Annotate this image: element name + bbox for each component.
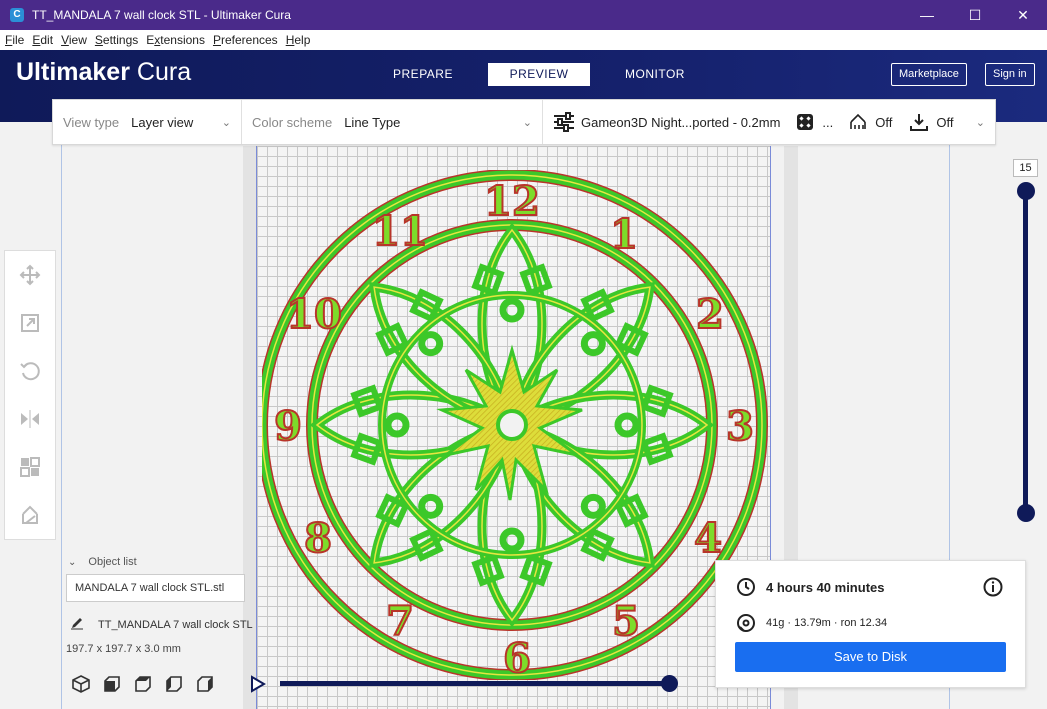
print-info-panel: 4 hours 40 minutes 41g · 13.79m · ron 12…	[715, 560, 1026, 688]
object-list-toggle[interactable]: ⌄ Object list	[68, 556, 256, 568]
numeral-2: 2	[696, 291, 724, 338]
chevron-down-icon: ⌄	[221, 116, 231, 129]
path-slider-handle[interactable]	[661, 675, 678, 692]
title-bar: C TT_MANDALA 7 wall clock STL - Ultimake…	[0, 0, 1047, 30]
tool-panel	[4, 250, 56, 540]
object-list-item[interactable]: MANDALA 7 wall clock STL.stl	[66, 574, 245, 602]
cube-right-icon	[197, 676, 213, 692]
view-left-button[interactable]	[159, 673, 189, 695]
window-title: TT_MANDALA 7 wall clock STL - Ultimaker …	[32, 8, 291, 22]
menu-edit[interactable]: Edit	[29, 33, 56, 47]
numeral-3: 3	[726, 403, 754, 450]
menu-settings[interactable]: Settings	[92, 33, 141, 47]
adhesion-icon	[908, 111, 930, 133]
per-model-settings-icon	[20, 457, 40, 477]
move-icon	[19, 264, 41, 286]
view-front-button[interactable]	[97, 673, 127, 695]
rotate-icon	[20, 362, 40, 381]
print-settings-selector[interactable]: Gameon3D Night...ported - 0.2mm ... Off …	[543, 100, 995, 144]
infill-value: ...	[822, 114, 834, 130]
info-icon[interactable]	[983, 577, 1003, 600]
chevron-down-icon: ⌄	[975, 116, 985, 129]
object-name-row[interactable]: TT_MANDALA 7 wall clock STL	[66, 616, 256, 633]
stage-tabs: PREPARE PREVIEW MONITOR	[372, 63, 720, 86]
cube-3d-icon	[72, 675, 90, 693]
chevron-down-icon: ⌄	[68, 556, 77, 568]
support-blocker-icon	[22, 505, 38, 524]
numeral-9: 9	[274, 403, 302, 450]
view-toolbar: View type Layer view ⌄ Color scheme Line…	[52, 99, 996, 145]
cube-front-icon	[104, 676, 120, 692]
brand-logo: Ultimaker Cura	[16, 58, 192, 86]
layer-slider[interactable]	[1023, 190, 1028, 515]
numeral-11: 11	[372, 208, 428, 255]
camera-view-buttons	[66, 673, 256, 695]
build-volume-edge	[61, 122, 62, 709]
numeral-10: 10	[286, 291, 342, 338]
mirror-icon	[21, 410, 39, 428]
numeral-12: 12	[484, 178, 540, 225]
tab-monitor[interactable]: MONITOR	[604, 63, 706, 86]
material-usage-row: 41g · 13.79m · ron 12.34	[736, 613, 887, 633]
numeral-6: 6	[503, 635, 531, 680]
material-usage: 41g · 13.79m · ron 12.34	[766, 617, 888, 629]
print-time: 4 hours 40 minutes	[766, 579, 885, 595]
clock-model[interactable]: 12 1 2 3 4 5 6 7 8 9 10 11	[262, 170, 772, 680]
close-button[interactable]: ✕	[999, 0, 1047, 30]
layer-slider-top-handle[interactable]	[1017, 182, 1035, 200]
menu-bar: File Edit View Settings Extensions Prefe…	[0, 30, 1047, 50]
center-sun	[436, 344, 583, 501]
scale-tool-button[interactable]	[5, 299, 55, 347]
color-scheme-select[interactable]: Color scheme Line Type ⌄	[242, 100, 543, 144]
print-time-row: 4 hours 40 minutes	[736, 577, 884, 597]
numeral-7: 7	[386, 598, 414, 645]
numeral-1: 1	[610, 211, 638, 258]
view-top-button[interactable]	[128, 673, 158, 695]
mirror-tool-button[interactable]	[5, 395, 55, 443]
support-blocker-button[interactable]	[5, 491, 55, 539]
menu-preferences[interactable]: Preferences	[210, 33, 281, 47]
per-model-settings-button[interactable]	[5, 443, 55, 491]
menu-extensions[interactable]: Extensions	[143, 33, 208, 47]
object-dimensions: 197.7 x 197.7 x 3.0 mm	[66, 643, 181, 655]
view-3d-button[interactable]	[66, 673, 96, 695]
path-slider[interactable]	[280, 681, 672, 686]
layer-slider-bottom-handle[interactable]	[1017, 504, 1035, 522]
sign-in-button[interactable]: Sign in	[985, 63, 1035, 86]
view-right-button[interactable]	[190, 673, 220, 695]
cube-top-icon	[135, 676, 151, 692]
numeral-4: 4	[694, 515, 722, 562]
scale-icon	[21, 314, 39, 332]
spool-icon	[736, 613, 756, 633]
menu-file[interactable]: File	[2, 33, 27, 47]
clock-icon	[736, 577, 756, 597]
save-to-disk-button[interactable]: Save to Disk	[735, 642, 1006, 672]
chevron-down-icon: ⌄	[522, 116, 532, 129]
rotate-tool-button[interactable]	[5, 347, 55, 395]
play-simulation-button[interactable]	[250, 675, 266, 696]
pencil-icon	[70, 616, 84, 633]
numeral-5: 5	[612, 598, 640, 645]
play-icon	[251, 675, 266, 693]
numeral-8: 8	[304, 515, 332, 562]
support-value: Off	[875, 114, 893, 130]
maximize-button[interactable]: ☐	[951, 0, 999, 30]
cura-app-icon: C	[10, 8, 24, 22]
sliders-icon	[553, 111, 575, 133]
support-icon	[847, 111, 869, 133]
marketplace-button[interactable]: Marketplace	[891, 63, 967, 86]
view-type-select[interactable]: View type Layer view ⌄	[53, 100, 242, 144]
infill-icon	[794, 111, 816, 133]
profile-name: Gameon3D Night...ported - 0.2mm	[581, 114, 781, 130]
cube-left-icon	[166, 676, 182, 692]
move-tool-button[interactable]	[5, 251, 55, 299]
adhesion-value: Off	[936, 114, 954, 130]
minimize-button[interactable]: —	[903, 0, 951, 30]
object-list-panel: ⌄ Object list MANDALA 7 wall clock STL.s…	[66, 556, 256, 695]
menu-help[interactable]: Help	[283, 33, 314, 47]
tab-preview[interactable]: PREVIEW	[488, 63, 590, 86]
menu-view[interactable]: View	[58, 33, 90, 47]
layer-number-input[interactable]: 15	[1013, 159, 1038, 177]
tab-prepare[interactable]: PREPARE	[372, 63, 474, 86]
